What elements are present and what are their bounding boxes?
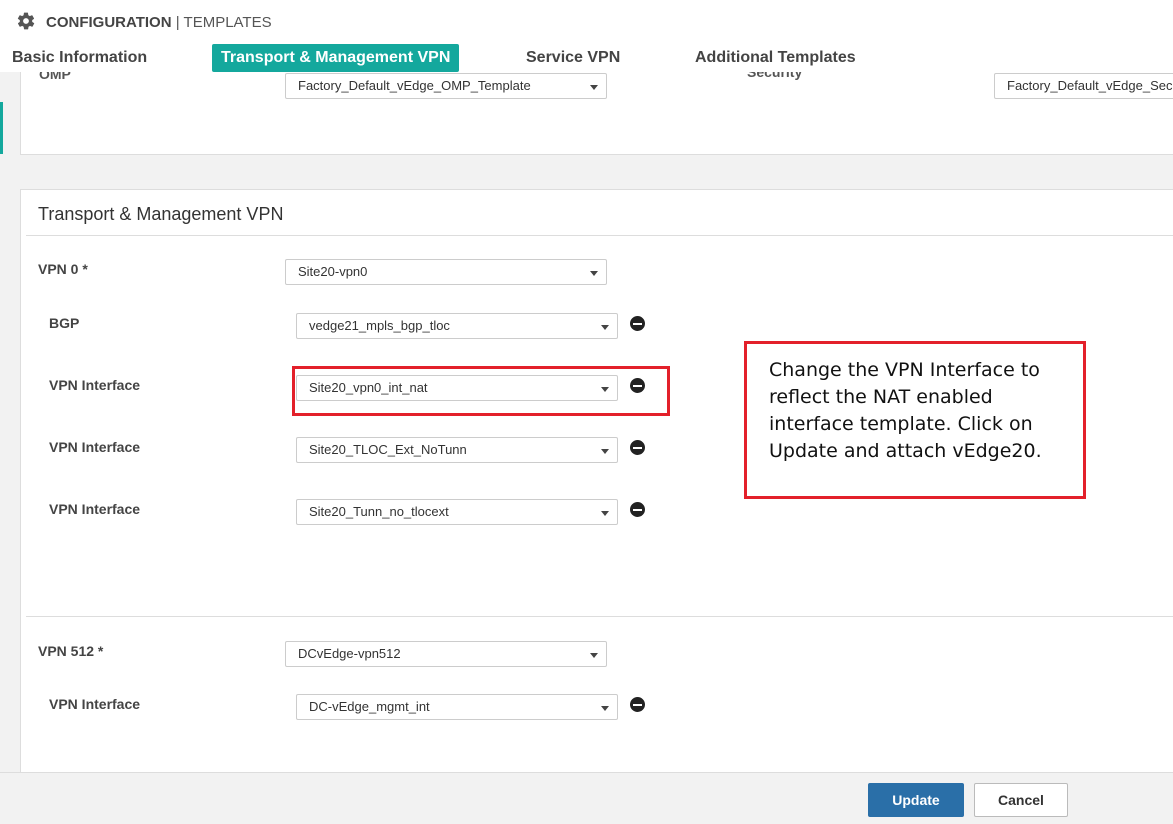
scroll-indicator	[0, 102, 3, 154]
annotation-highlight-box	[292, 366, 670, 416]
tab-transport-management-vpn[interactable]: Transport & Management VPN	[212, 44, 460, 72]
footer-bar: Update Cancel	[0, 772, 1173, 824]
annotation-text: Change the VPN Interface to reflect the …	[769, 359, 1042, 462]
vpn-interface-tunn-select[interactable]: Site20_Tunn_no_tlocext	[296, 499, 618, 525]
vpn0-label: VPN 0 *	[38, 261, 88, 277]
vpn0-template-select[interactable]: Site20-vpn0	[285, 259, 607, 285]
vpn-interface-label: VPN Interface	[49, 439, 141, 455]
vpn-interface-label: VPN Interface	[49, 501, 141, 517]
annotation-callout: Change the VPN Interface to reflect the …	[744, 341, 1086, 499]
page-title: CONFIGURATION | TEMPLATES	[46, 14, 272, 31]
security-template-select[interactable]: Factory_Default_vEdge_Secu	[994, 73, 1173, 99]
breadcrumb-section: CONFIGURATION	[46, 14, 172, 31]
remove-bgp-icon[interactable]	[630, 316, 645, 331]
bgp-template-select[interactable]: vedge21_mpls_bgp_tloc	[296, 313, 618, 339]
section-title: Transport & Management VPN	[38, 204, 284, 224]
chevron-down-icon	[601, 449, 609, 454]
chevron-down-icon	[601, 706, 609, 711]
security-label: Security	[747, 72, 803, 80]
vpn-interface-tloc-ext-select[interactable]: Site20_TLOC_Ext_NoTunn	[296, 437, 618, 463]
cancel-button[interactable]: Cancel	[974, 783, 1068, 817]
tab-bar: Basic Information Transport & Management…	[0, 44, 1173, 72]
section-divider	[26, 235, 1173, 236]
chevron-down-icon	[590, 653, 598, 658]
vpn-interface-label: VPN Interface	[49, 696, 141, 712]
chevron-down-icon	[590, 271, 598, 276]
tab-service-vpn[interactable]: Service VPN	[526, 44, 620, 72]
tab-basic-information[interactable]: Basic Information	[12, 44, 147, 72]
page-header: CONFIGURATION | TEMPLATES	[0, 0, 1173, 44]
breadcrumb-separator: |	[175, 14, 180, 31]
gear-icon	[17, 12, 35, 30]
bgp-label: BGP	[49, 315, 80, 331]
basic-templates-card: OMP Factory_Default_vEdge_OMP_Template S…	[20, 72, 1173, 155]
chevron-down-icon	[601, 511, 609, 516]
vpn-interface-label: VPN Interface	[49, 377, 141, 393]
omp-label: OMP	[39, 72, 71, 82]
chevron-down-icon	[590, 85, 598, 90]
remove-interface-icon[interactable]	[630, 502, 645, 517]
tab-additional-templates[interactable]: Additional Templates	[695, 44, 856, 72]
template-editor: CONFIGURATION | TEMPLATES Basic Informat…	[0, 0, 1173, 824]
vpn512-interface-select[interactable]: DC-vEdge_mgmt_int	[296, 694, 618, 720]
omp-template-select[interactable]: Factory_Default_vEdge_OMP_Template	[285, 73, 607, 99]
vpn512-template-select[interactable]: DCvEdge-vpn512	[285, 641, 607, 667]
vpn-divider	[26, 616, 1173, 617]
vpn512-label: VPN 512 *	[38, 643, 104, 659]
remove-interface-icon[interactable]	[630, 697, 645, 712]
chevron-down-icon	[601, 325, 609, 330]
breadcrumb-page: TEMPLATES	[183, 14, 272, 31]
update-button[interactable]: Update	[868, 783, 964, 817]
remove-interface-icon[interactable]	[630, 440, 645, 455]
